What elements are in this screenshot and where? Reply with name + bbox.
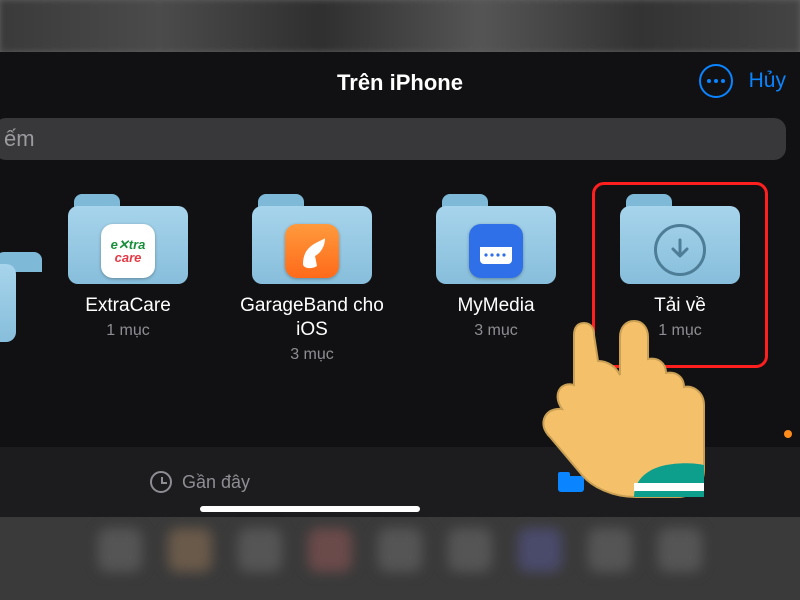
folder-label: ExtraCare bbox=[38, 294, 218, 318]
ellipsis-icon bbox=[707, 79, 711, 83]
page-title: Trên iPhone bbox=[0, 70, 800, 96]
blurred-background-top bbox=[0, 0, 800, 52]
notification-dot-icon bbox=[784, 430, 792, 438]
folder-label: MyMedia bbox=[406, 294, 586, 318]
extracare-app-icon: e✕tracare bbox=[101, 224, 155, 278]
folder-label: Tải về bbox=[590, 294, 770, 318]
folder-label: GarageBand cho iOS bbox=[222, 294, 402, 342]
folder-item-garageband[interactable]: GarageBand cho iOS 3 mục bbox=[222, 190, 402, 364]
clock-icon bbox=[150, 471, 172, 493]
files-app-panel: Trên iPhone Hủy ếm bbox=[0, 52, 800, 517]
search-placeholder: ếm bbox=[0, 126, 35, 152]
tab-label: Duyệt bbox=[594, 472, 641, 493]
more-options-button[interactable] bbox=[699, 64, 733, 98]
cancel-button[interactable]: Hủy bbox=[749, 69, 786, 93]
tab-label: Gần đây bbox=[182, 472, 250, 493]
mymedia-app-icon bbox=[469, 224, 523, 278]
folder-meta: 1 mục bbox=[38, 322, 218, 340]
folder-item-downloads[interactable]: Tải về 1 mục bbox=[590, 190, 770, 340]
blurred-dock-icons bbox=[0, 528, 800, 588]
nav-bar: Trên iPhone Hủy bbox=[0, 52, 800, 112]
home-indicator[interactable] bbox=[200, 506, 420, 512]
folder-meta: 1 mục bbox=[590, 322, 770, 340]
folder-open-icon bbox=[558, 472, 584, 492]
folder-item-mymedia[interactable]: MyMedia 3 mục bbox=[406, 190, 586, 340]
search-input[interactable]: ếm bbox=[0, 118, 786, 160]
bottom-tab-bar: Gần đây Duyệt bbox=[0, 447, 800, 517]
folder-meta: 3 mục bbox=[406, 322, 586, 340]
garageband-app-icon bbox=[285, 224, 339, 278]
download-arrow-icon bbox=[654, 224, 706, 276]
folder-grid: e✕tracare ExtraCare 1 mục GarageBand cho… bbox=[0, 190, 800, 440]
tab-browse[interactable]: Duyệt bbox=[400, 447, 800, 517]
folder-item-extracare[interactable]: e✕tracare ExtraCare 1 mục bbox=[38, 190, 218, 340]
folder-meta: 3 mục bbox=[222, 346, 402, 364]
blurred-background-bottom bbox=[0, 517, 800, 600]
